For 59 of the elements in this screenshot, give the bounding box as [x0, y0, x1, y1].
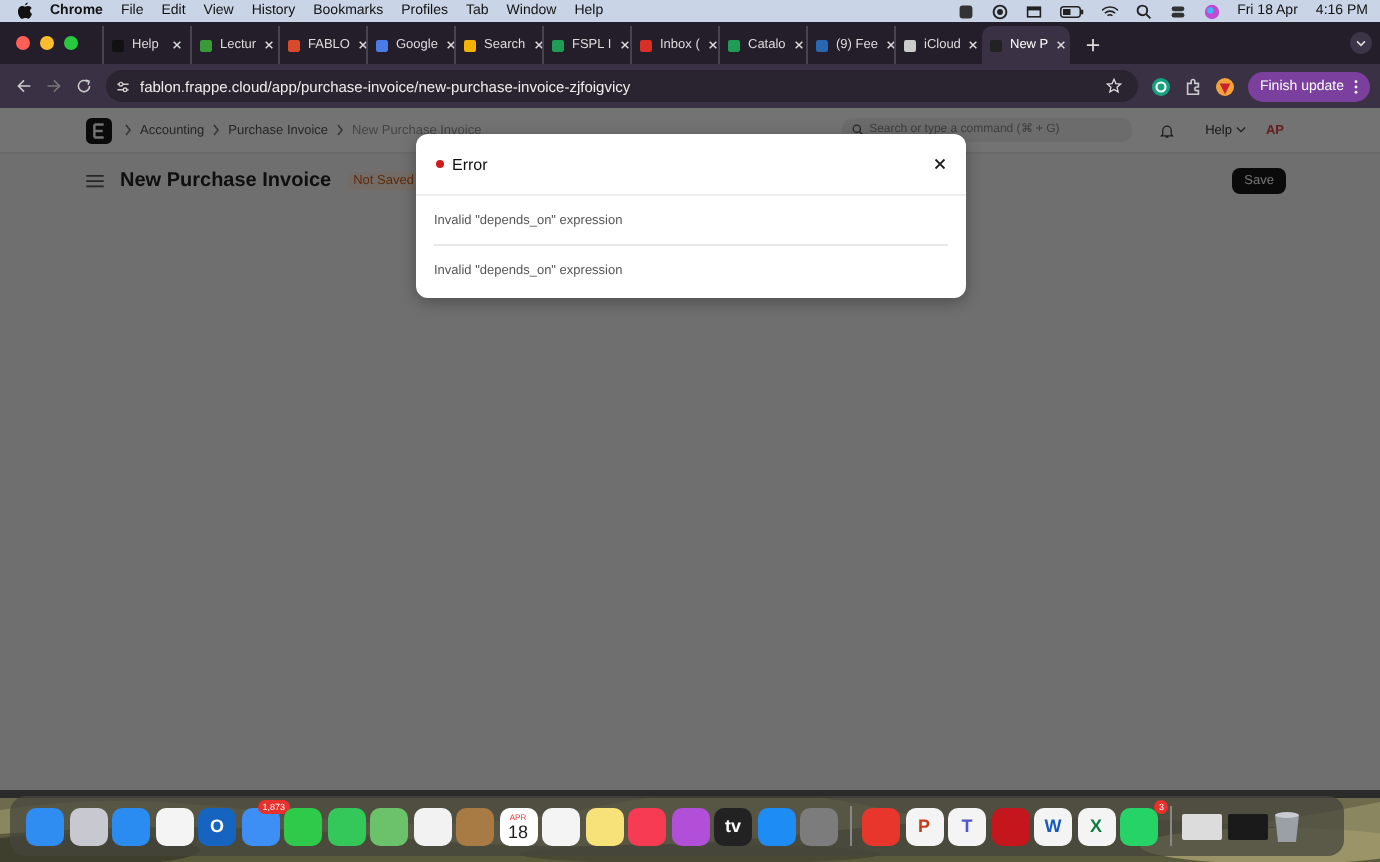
- puzzle-icon[interactable]: [1183, 77, 1202, 95]
- battery-icon[interactable]: [1059, 3, 1084, 19]
- calendar-day: 18: [507, 821, 528, 841]
- new-tab-icon[interactable]: [1086, 38, 1100, 52]
- app-icon[interactable]: [284, 807, 322, 845]
- app-icon[interactable]: tv: [714, 807, 752, 845]
- siri-icon[interactable]: [1203, 3, 1220, 19]
- site-settings-icon[interactable]: [116, 79, 130, 93]
- app-icon[interactable]: [413, 807, 451, 845]
- app-letter: tv: [724, 816, 741, 836]
- maximize-window-icon[interactable]: [64, 36, 78, 50]
- apple-logo-icon[interactable]: [18, 2, 32, 20]
- app-icon[interactable]: [585, 807, 623, 845]
- chevron-right-icon: [212, 124, 221, 136]
- app-icon[interactable]: X: [1077, 807, 1115, 845]
- record-icon[interactable]: [991, 3, 1008, 19]
- app-letter: X: [1089, 816, 1102, 836]
- dialog-title: Error: [452, 155, 488, 173]
- app-status-icon[interactable]: [957, 3, 974, 19]
- extension-icon[interactable]: [1151, 77, 1170, 95]
- close-icon[interactable]: [934, 158, 946, 170]
- error-dot-icon: [436, 160, 444, 168]
- app-icon[interactable]: [69, 807, 107, 845]
- app-letter: W: [1044, 816, 1062, 836]
- reload-icon[interactable]: [76, 78, 92, 94]
- chevron-down-icon: [1235, 126, 1246, 134]
- search-icon[interactable]: [1135, 3, 1152, 19]
- app-icon[interactable]: [1120, 807, 1158, 845]
- window-thumbnail[interactable]: [1227, 813, 1267, 839]
- app-icon[interactable]: [327, 807, 365, 845]
- forward-icon[interactable]: [46, 78, 62, 94]
- control-center-icon[interactable]: [1169, 3, 1186, 19]
- window-thumbnail[interactable]: [1182, 813, 1222, 839]
- back-icon[interactable]: [16, 78, 32, 94]
- minimize-window-icon[interactable]: [40, 36, 54, 50]
- close-window-icon[interactable]: [16, 36, 30, 50]
- app-icon[interactable]: P: [905, 807, 943, 845]
- profile-avatar-icon[interactable]: [1215, 77, 1234, 95]
- app-icon[interactable]: O: [198, 807, 236, 845]
- page-title: New Purchase Invoice: [120, 170, 332, 192]
- app-icon[interactable]: [155, 807, 193, 845]
- wifi-icon[interactable]: [1101, 3, 1118, 19]
- app-logo-icon[interactable]: [86, 117, 112, 143]
- trash-icon[interactable]: [1272, 807, 1302, 845]
- app-icon[interactable]: [542, 807, 580, 845]
- window-status-icon[interactable]: [1025, 3, 1042, 19]
- app-icon[interactable]: [370, 807, 408, 845]
- chevron-down-icon[interactable]: [1350, 32, 1372, 54]
- search-icon: [851, 124, 864, 136]
- menu-icon[interactable]: [86, 174, 104, 188]
- bell-icon[interactable]: [1159, 123, 1174, 137]
- app-icon[interactable]: W: [1034, 807, 1072, 845]
- app-icon[interactable]: T: [948, 807, 986, 845]
- chevron-right-icon: [336, 124, 345, 136]
- app-letter: O: [209, 816, 224, 836]
- app-letter: P: [917, 816, 930, 836]
- star-icon[interactable]: [1105, 78, 1122, 94]
- app-letter: T: [961, 816, 973, 836]
- chevron-right-icon: [124, 124, 132, 136]
